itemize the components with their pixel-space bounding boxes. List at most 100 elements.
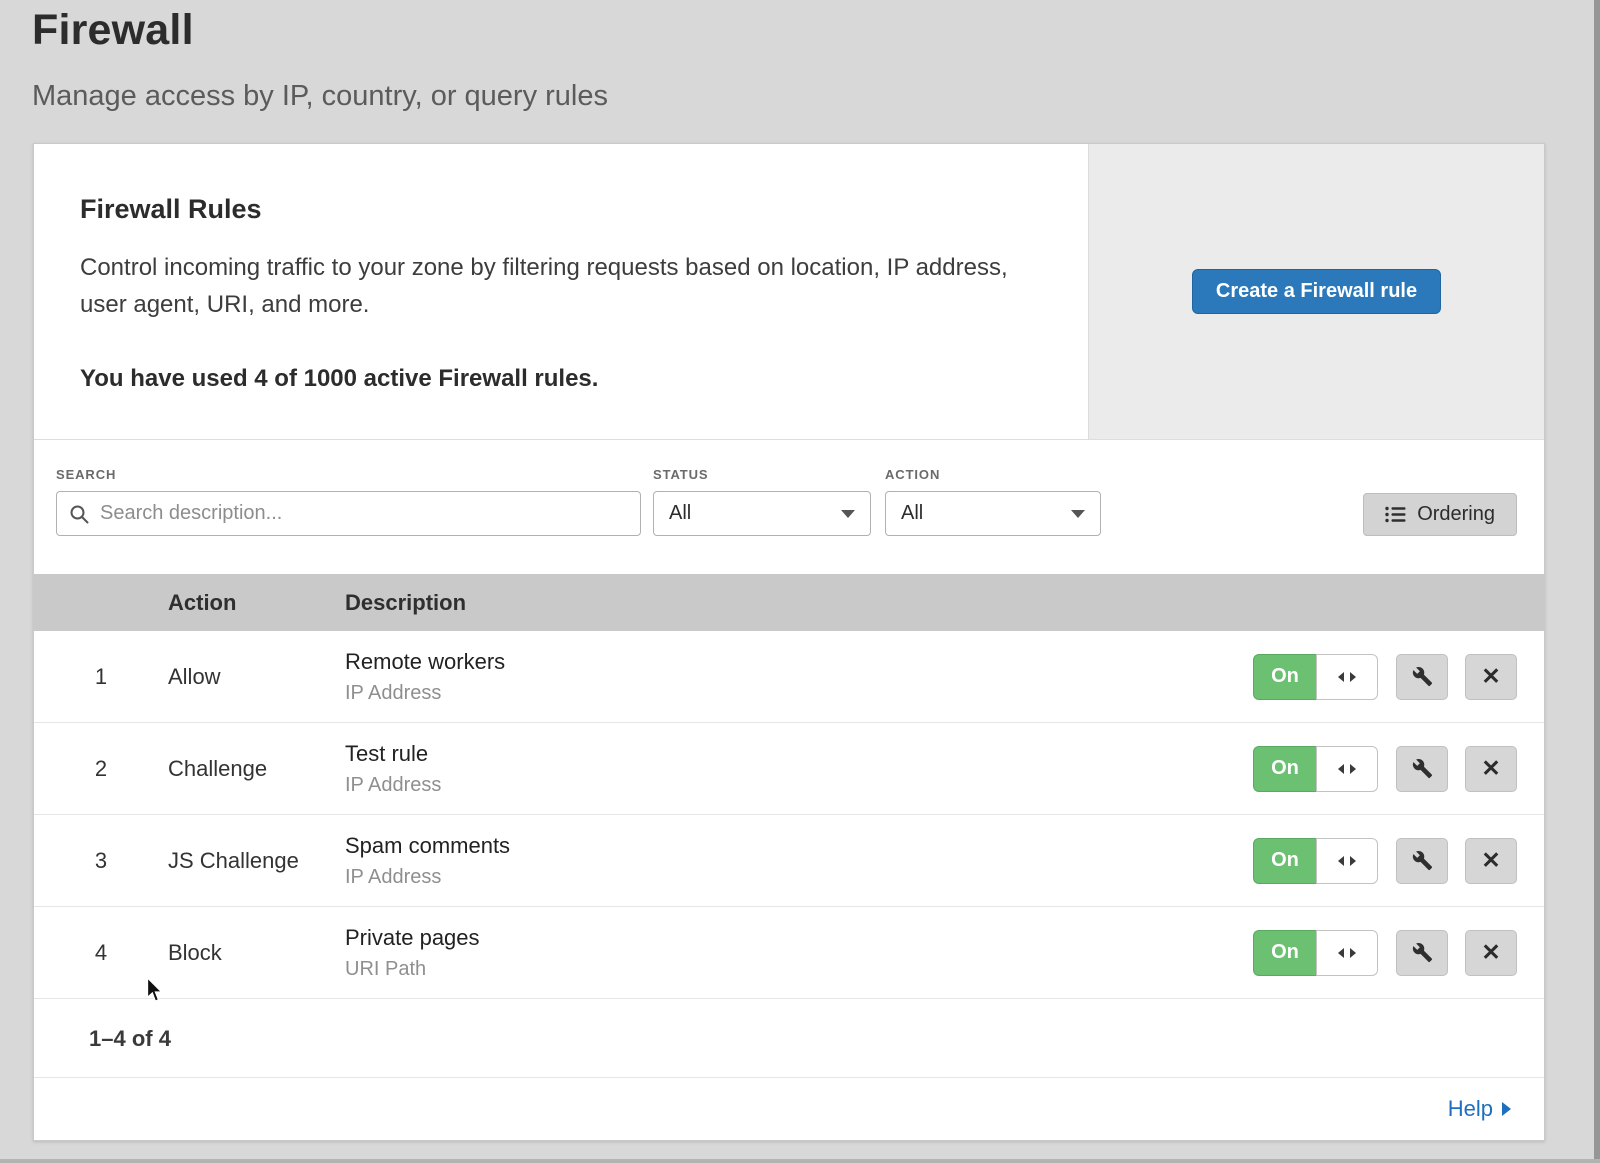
status-filter-group: STATUS All (653, 467, 871, 536)
delete-rule-button[interactable]: ✕ (1465, 930, 1517, 976)
rule-action: Block (168, 940, 345, 966)
toggle-on-segment[interactable]: On (1253, 654, 1316, 700)
help-arrow-icon (1502, 1102, 1511, 1116)
triangle-right-icon (1350, 856, 1356, 866)
chevron-down-icon (841, 510, 855, 518)
table-row: 2 Challenge Test rule IP Address On ✕ (34, 723, 1544, 815)
window-edge-right (1594, 0, 1600, 1163)
toggle-on-segment[interactable]: On (1253, 746, 1316, 792)
edit-rule-button[interactable] (1396, 838, 1448, 884)
status-select-value: All (669, 502, 691, 525)
delete-rule-button[interactable]: ✕ (1465, 838, 1517, 884)
triangle-left-icon (1338, 856, 1344, 866)
page-subtitle: Manage access by IP, country, or query r… (32, 80, 608, 113)
action-select-value: All (901, 502, 923, 525)
rule-description-cell: Remote workers IP Address (345, 649, 1253, 705)
help-link-label: Help (1448, 1096, 1493, 1122)
table-row: 1 Allow Remote workers IP Address On ✕ (34, 631, 1544, 723)
ordering-button[interactable]: Ordering (1363, 493, 1517, 536)
triangle-left-icon (1338, 764, 1344, 774)
rule-description-cell: Test rule IP Address (345, 741, 1253, 797)
action-filter-group: ACTION All (885, 467, 1101, 536)
status-select[interactable]: All (653, 491, 871, 536)
rule-description: Spam comments (345, 833, 1253, 859)
wrench-icon (1412, 758, 1433, 779)
status-label: STATUS (653, 467, 871, 482)
rule-description: Private pages (345, 925, 1253, 951)
window-edge-bottom (0, 1159, 1600, 1163)
intro-description: Control incoming traffic to your zone by… (80, 249, 1035, 323)
triangle-right-icon (1350, 948, 1356, 958)
close-icon: ✕ (1481, 755, 1500, 782)
rule-priority: 4 (34, 940, 168, 966)
toggle-on-segment[interactable]: On (1253, 838, 1316, 884)
action-label: ACTION (885, 467, 1101, 482)
filters-bar: SEARCH STATUS All ACTION All (34, 440, 1544, 574)
delete-rule-button[interactable]: ✕ (1465, 746, 1517, 792)
triangle-right-icon (1350, 672, 1356, 682)
action-select[interactable]: All (885, 491, 1101, 536)
rule-match-type: IP Address (345, 682, 1253, 705)
edit-rule-button[interactable] (1396, 746, 1448, 792)
close-icon: ✕ (1481, 847, 1500, 874)
rule-priority: 3 (34, 848, 168, 874)
rule-controls: On ✕ (1253, 930, 1517, 976)
ordering-button-label: Ordering (1417, 503, 1495, 526)
rules-table-header: Action Description (34, 574, 1544, 631)
firewall-rules-card: Firewall Rules Control incoming traffic … (33, 143, 1545, 1141)
description-column-header: Description (345, 590, 1517, 616)
toggle-arrows-segment[interactable] (1316, 654, 1378, 700)
toggle-arrows-segment[interactable] (1316, 746, 1378, 792)
table-row: 3 JS Challenge Spam comments IP Address … (34, 815, 1544, 907)
rule-match-type: IP Address (345, 774, 1253, 797)
toggle-arrows-segment[interactable] (1316, 930, 1378, 976)
rule-enabled-toggle: On (1253, 838, 1378, 884)
search-box (56, 491, 641, 536)
rule-description: Test rule (345, 741, 1253, 767)
search-input[interactable] (98, 501, 628, 526)
wrench-icon (1412, 942, 1433, 963)
ordering-list-icon (1385, 506, 1406, 523)
pagination-status: 1–4 of 4 (34, 999, 1544, 1078)
rule-match-type: IP Address (345, 866, 1253, 889)
toggle-arrows-segment[interactable] (1316, 838, 1378, 884)
edit-rule-button[interactable] (1396, 654, 1448, 700)
search-label: SEARCH (56, 467, 641, 482)
rule-action: Challenge (168, 756, 345, 782)
rule-controls: On ✕ (1253, 746, 1517, 792)
edit-rule-button[interactable] (1396, 930, 1448, 976)
help-row: Help (34, 1078, 1544, 1140)
delete-rule-button[interactable]: ✕ (1465, 654, 1517, 700)
rule-enabled-toggle: On (1253, 930, 1378, 976)
rule-match-type: URI Path (345, 958, 1253, 981)
wrench-icon (1412, 850, 1433, 871)
help-link[interactable]: Help (1448, 1096, 1511, 1122)
page-title: Firewall (32, 6, 194, 55)
search-icon (69, 504, 89, 524)
table-row: 4 Block Private pages URI Path On ✕ (34, 907, 1544, 999)
rule-description-cell: Spam comments IP Address (345, 833, 1253, 889)
chevron-down-icon (1071, 510, 1085, 518)
rule-description: Remote workers (345, 649, 1253, 675)
rule-controls: On ✕ (1253, 654, 1517, 700)
card-intro-section: Firewall Rules Control incoming traffic … (34, 144, 1544, 440)
rule-priority: 1 (34, 664, 168, 690)
intro-title: Firewall Rules (80, 194, 1048, 225)
rule-description-cell: Private pages URI Path (345, 925, 1253, 981)
triangle-right-icon (1350, 764, 1356, 774)
wrench-icon (1412, 666, 1433, 687)
triangle-left-icon (1338, 948, 1344, 958)
toggle-on-segment[interactable]: On (1253, 930, 1316, 976)
rule-enabled-toggle: On (1253, 746, 1378, 792)
triangle-left-icon (1338, 672, 1344, 682)
rule-controls: On ✕ (1253, 838, 1517, 884)
close-icon: ✕ (1481, 939, 1500, 966)
intro-text-block: Firewall Rules Control incoming traffic … (34, 144, 1088, 439)
action-column-header: Action (168, 590, 345, 616)
rule-enabled-toggle: On (1253, 654, 1378, 700)
rule-priority: 2 (34, 756, 168, 782)
create-firewall-rule-button[interactable]: Create a Firewall rule (1192, 269, 1441, 314)
rule-action: JS Challenge (168, 848, 345, 874)
rule-action: Allow (168, 664, 345, 690)
intro-side-panel: Create a Firewall rule (1088, 144, 1544, 439)
